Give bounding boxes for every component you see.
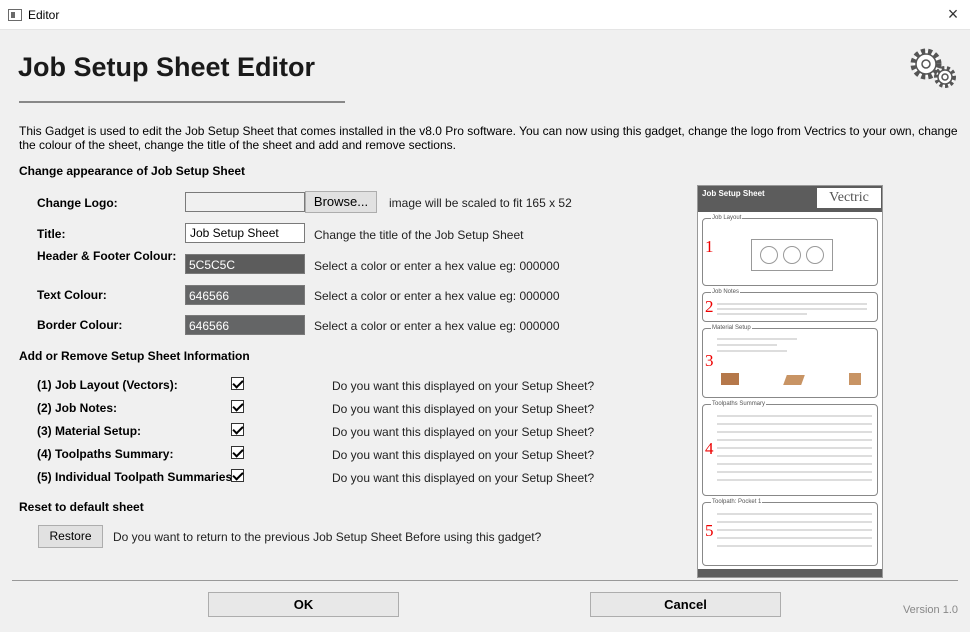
browse-button[interactable]: Browse... xyxy=(305,191,377,213)
preview-material-box: Material Setup 3 xyxy=(702,325,878,398)
preview-number: 2 xyxy=(705,297,714,316)
section-label-job-notes: (2) Job Notes: xyxy=(37,401,118,415)
section-question: Do you want this displayed on your Setup… xyxy=(332,402,595,416)
preview-box-label: Material Setup xyxy=(711,325,752,331)
preview-number: 4 xyxy=(705,439,714,458)
preview-job-notes-box: Job Notes 2 xyxy=(702,289,878,322)
preview-individual-toolpath-box: Toolpath: Pocket 1 5 xyxy=(702,499,878,566)
intro-text: This Gadget is used to edit the Job Setu… xyxy=(19,124,958,152)
title-field[interactable] xyxy=(185,223,305,243)
header-color-hint: Select a color or enter a hex value eg: … xyxy=(314,259,560,273)
border-color-field[interactable]: 646566 xyxy=(185,315,305,335)
preview-number: 1 xyxy=(705,237,714,256)
job-layout-checkbox[interactable] xyxy=(231,377,244,390)
preview-box-label: Toolpaths Summary xyxy=(711,401,767,407)
title-label: Title: xyxy=(37,227,66,241)
close-icon[interactable]: × xyxy=(944,4,962,25)
restore-button[interactable]: Restore xyxy=(38,525,103,548)
app-icon xyxy=(8,9,22,21)
setup-sheet-preview: Job Setup Sheet Vectric Job Layout 1 Job… xyxy=(697,185,883,578)
material-setup-checkbox[interactable] xyxy=(231,423,244,436)
sections-title: Add or Remove Setup Sheet Information xyxy=(19,349,250,363)
section-question: Do you want this displayed on your Setup… xyxy=(332,425,595,439)
page-title: Job Setup Sheet Editor xyxy=(18,52,316,82)
toolpaths-summary-checkbox[interactable] xyxy=(231,446,244,459)
job-notes-checkbox[interactable] xyxy=(231,400,244,413)
logo-label: Change Logo: xyxy=(37,196,118,210)
preview-number: 3 xyxy=(705,351,714,370)
version-label: Version 1.0 xyxy=(902,604,958,616)
preview-layout-drawing xyxy=(751,239,833,271)
preview-number: 5 xyxy=(705,521,714,540)
logo-hint: image will be scaled to fit 165 x 52 xyxy=(389,196,572,210)
section-label-toolpaths-summary: (4) Toolpaths Summary: xyxy=(37,447,174,461)
header-color-field[interactable]: 5C5C5C xyxy=(185,254,305,274)
text-color-field[interactable]: 646566 xyxy=(185,285,305,305)
title-hint: Change the title of the Job Setup Sheet xyxy=(314,228,524,242)
text-color-hint: Select a color or enter a hex value eg: … xyxy=(314,289,560,303)
gears-icon xyxy=(910,48,956,88)
restore-question: Do you want to return to the previous Jo… xyxy=(113,530,542,544)
section-label-individual-toolpaths: (5) Individual Toolpath Summaries: xyxy=(37,470,237,484)
section-label-material-setup: (3) Material Setup: xyxy=(37,424,142,438)
preview-job-layout-box: Job Layout 1 xyxy=(702,215,878,286)
text-color-label: Text Colour: xyxy=(37,288,107,302)
logo-path-field[interactable] xyxy=(185,192,305,212)
preview-title: Job Setup Sheet xyxy=(702,189,765,198)
border-color-hint: Select a color or enter a hex value eg: … xyxy=(314,319,560,333)
preview-footer xyxy=(698,569,882,577)
preview-logo: Vectric xyxy=(817,188,881,208)
preview-box-label: Job Layout xyxy=(711,215,743,221)
individual-toolpaths-checkbox[interactable] xyxy=(231,469,244,482)
reset-section-title: Reset to default sheet xyxy=(19,500,144,514)
window-title: Editor xyxy=(28,8,60,22)
section-question: Do you want this displayed on your Setup… xyxy=(332,379,595,393)
header-divider xyxy=(19,101,345,103)
window-titlebar: Editor × xyxy=(0,0,970,30)
preview-header: Job Setup Sheet Vectric xyxy=(698,186,882,212)
ok-button[interactable]: OK xyxy=(208,592,399,617)
appearance-section-title: Change appearance of Job Setup Sheet xyxy=(19,164,246,178)
preview-toolpaths-box: Toolpaths Summary 4 xyxy=(702,401,878,496)
section-label-job-layout: (1) Job Layout (Vectors): xyxy=(37,378,178,392)
preview-box-label: Job Notes xyxy=(711,289,741,295)
border-color-label: Border Colour: xyxy=(37,318,123,332)
section-question: Do you want this displayed on your Setup… xyxy=(332,448,595,462)
cancel-button[interactable]: Cancel xyxy=(590,592,781,617)
footer-divider xyxy=(12,580,958,581)
section-question: Do you want this displayed on your Setup… xyxy=(332,471,595,485)
header-color-label: Header & Footer Colour: xyxy=(37,249,177,263)
preview-box-label: Toolpath: Pocket 1 xyxy=(711,499,763,505)
